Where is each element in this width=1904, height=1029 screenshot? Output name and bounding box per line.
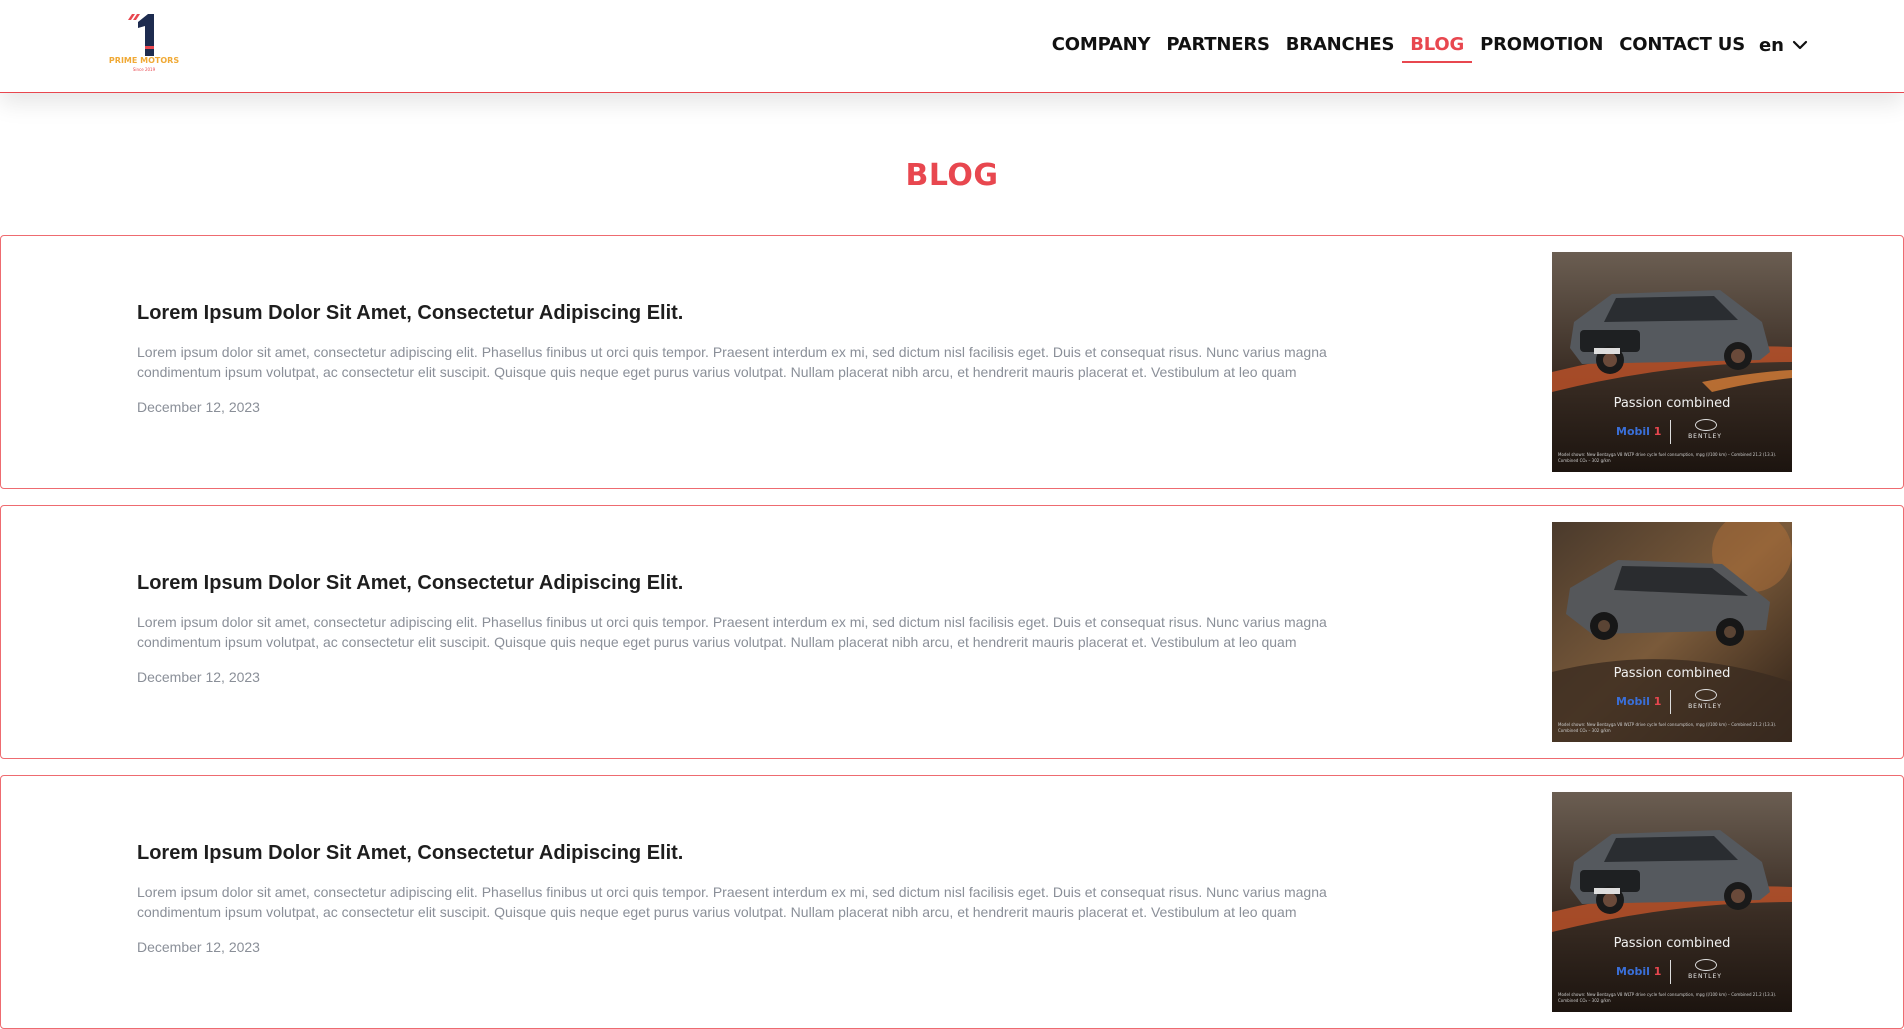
ad-divider xyxy=(1670,690,1671,714)
post-title[interactable]: Lorem Ipsum Dolor Sit Amet, Consectetur … xyxy=(137,572,1337,595)
post-text-block: Lorem Ipsum Dolor Sit Amet, Consectetur … xyxy=(137,302,1337,415)
nav-item-company[interactable]: COMPANY xyxy=(1044,28,1159,63)
main-nav: COMPANY PARTNERS BRANCHES BLOG PROMOTION… xyxy=(1044,0,1808,90)
prime-motors-logo[interactable]: PRIME MOTORS Since 2019 xyxy=(108,14,180,76)
post-date: December 12, 2023 xyxy=(137,399,260,415)
post-excerpt: Lorem ipsum dolor sit amet, consectetur … xyxy=(137,884,1327,920)
bentley-wings-icon xyxy=(1695,419,1717,431)
chevron-down-icon xyxy=(1792,40,1808,50)
bentley-logo: BENTLEY xyxy=(1688,973,1722,980)
post-title[interactable]: Lorem Ipsum Dolor Sit Amet, Consectetur … xyxy=(137,842,1337,865)
post-text-block: Lorem Ipsum Dolor Sit Amet, Consectetur … xyxy=(137,842,1337,955)
nav-item-contact-us[interactable]: CONTACT US xyxy=(1611,28,1753,63)
car-photo-image xyxy=(1552,522,1792,742)
mobil-logo: Mobil 1 xyxy=(1616,965,1662,978)
language-label: en xyxy=(1758,34,1784,56)
post-title[interactable]: Lorem Ipsum Dolor Sit Amet, Consectetur … xyxy=(137,302,1337,325)
bentley-logo: BENTLEY xyxy=(1688,433,1722,440)
site-header: PRIME MOTORS Since 2019 COMPANY PARTNERS… xyxy=(0,0,1904,93)
logo-number-one-icon xyxy=(128,14,154,56)
logo-tagline: Since 2019 xyxy=(132,67,156,72)
post-thumbnail[interactable]: Passion combined Mobil 1 BENTLEY Model s… xyxy=(1552,252,1792,472)
blog-post-card[interactable]: Lorem Ipsum Dolor Sit Amet, Consectetur … xyxy=(0,775,1904,1029)
car-photo-image xyxy=(1552,792,1792,1012)
post-thumbnail[interactable]: Passion combined Mobil 1 BENTLEY Model s… xyxy=(1552,792,1792,1012)
post-excerpt: Lorem ipsum dolor sit amet, consectetur … xyxy=(137,614,1327,650)
ad-divider xyxy=(1670,960,1671,984)
bentley-logo: BENTLEY xyxy=(1688,703,1722,710)
nav-item-partners[interactable]: PARTNERS xyxy=(1158,28,1277,63)
ad-divider xyxy=(1670,420,1671,444)
blog-post-card[interactable]: Lorem Ipsum Dolor Sit Amet, Consectetur … xyxy=(0,505,1904,759)
mobil-logo: Mobil 1 xyxy=(1616,695,1662,708)
logo-wordmark: PRIME MOTORS xyxy=(108,56,180,65)
bentley-wings-icon xyxy=(1695,959,1717,971)
ad-caption: Passion combined xyxy=(1613,396,1731,411)
post-thumbnail[interactable]: Passion combined Mobil 1 BENTLEY Model s… xyxy=(1552,522,1792,742)
bentley-wings-icon xyxy=(1695,689,1717,701)
blog-post-card[interactable]: Lorem Ipsum Dolor Sit Amet, Consectetur … xyxy=(0,235,1904,489)
language-selector[interactable]: en xyxy=(1759,35,1808,56)
post-excerpt: Lorem ipsum dolor sit amet, consectetur … xyxy=(137,344,1327,380)
ad-fine-print: Model shown: New Bentayga V8 WLTP drive … xyxy=(1558,722,1777,733)
nav-item-blog[interactable]: BLOG xyxy=(1402,28,1473,63)
car-photo-image xyxy=(1552,252,1792,472)
post-date: December 12, 2023 xyxy=(137,939,260,955)
ad-fine-print: Model shown: New Bentayga V8 WLTP drive … xyxy=(1558,452,1777,463)
mobil-logo: Mobil 1 xyxy=(1616,425,1662,438)
ad-fine-print: Model shown: New Bentayga V8 WLTP drive … xyxy=(1558,992,1777,1003)
post-date: December 12, 2023 xyxy=(137,669,260,685)
nav-item-branches[interactable]: BRANCHES xyxy=(1278,28,1403,63)
nav-item-promotion[interactable]: PROMOTION xyxy=(1472,28,1611,63)
page-title: BLOG xyxy=(905,158,999,193)
post-text-block: Lorem Ipsum Dolor Sit Amet, Consectetur … xyxy=(137,572,1337,685)
ad-caption: Passion combined xyxy=(1613,666,1731,681)
